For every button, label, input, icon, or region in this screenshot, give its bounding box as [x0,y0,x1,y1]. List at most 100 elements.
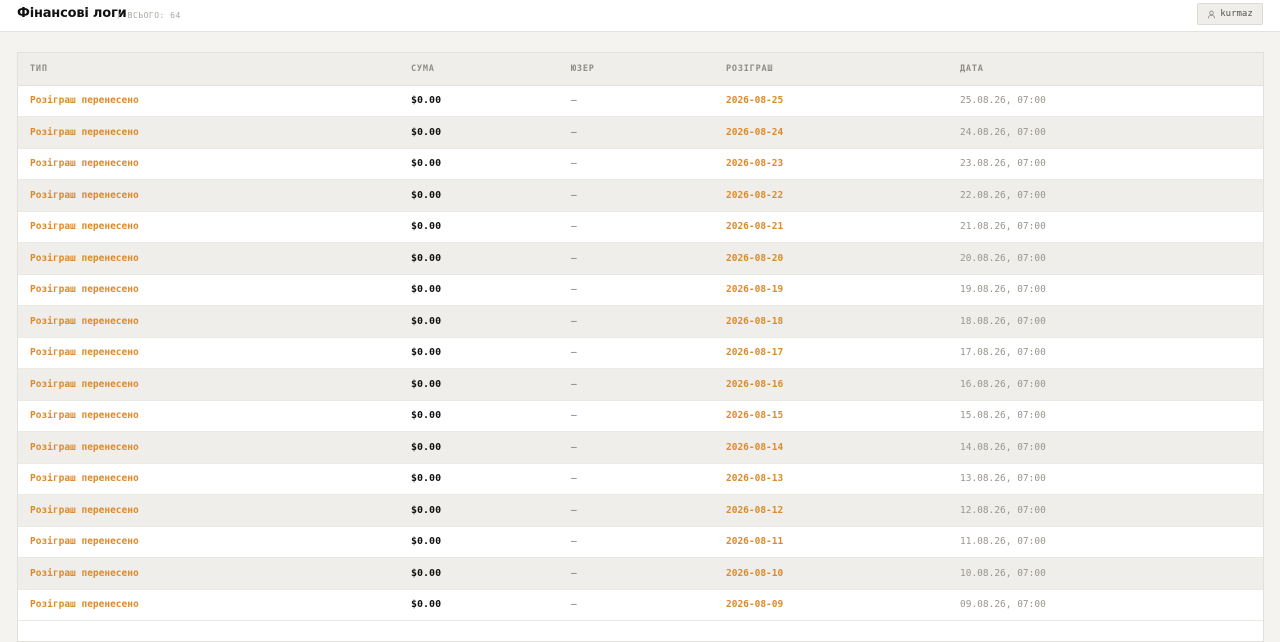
cell-draw-link[interactable]: 2026-08-16 [726,368,960,401]
cell-type: Розіграш перенесено [18,463,411,495]
cell-type: Розіграш перенесено [18,368,411,401]
cell-amount: $0.00 [411,431,571,464]
cell-draw-link[interactable]: 2026-08-13 [726,463,960,495]
cell-date: 10.08.26, 07:00 [960,557,1263,590]
cell-date: 25.08.26, 07:00 [960,85,1263,117]
cell-type: Розіграш перенесено [18,211,411,243]
cell-amount: $0.00 [411,557,571,590]
cell-user: — [571,589,726,621]
table-row[interactable]: Розіграш перенесено $0.00—2026-08-21 21.08… [18,211,1263,243]
cell-type: Розіграш перенесено [18,526,411,558]
cell-draw-link[interactable]: 2026-08-18 [726,305,960,338]
cell-date: 17.08.26, 07:00 [960,337,1263,369]
cell-date: 11.08.26, 07:00 [960,526,1263,558]
table-row[interactable]: Розіграш перенесено $0.00—2026-08-17 17.08… [18,337,1263,369]
table-row[interactable]: Розіграш перенесено $0.00—2026-08-15 15.08… [18,400,1263,432]
column-header-type[interactable]: ТИП [18,53,411,86]
cell-draw-link[interactable]: 2026-08-15 [726,400,960,432]
cell-draw-link[interactable]: 2026-08-12 [726,494,960,527]
table-row[interactable]: Розіграш перенесено $0.00—2026-08-22 22.08… [18,179,1263,212]
cell-type: Розіграш перенесено [18,116,411,149]
table-row[interactable]: Розіграш перенесено $0.00—2026-08-16 16.08… [18,368,1263,401]
column-header-amount[interactable]: СУМА [411,53,571,86]
cell-user: — [571,179,726,212]
cell-draw-link[interactable]: 2026-08-21 [726,211,960,243]
table-row[interactable]: Розіграш перенесено $0.00—2026-08-14 14.08… [18,431,1263,464]
cell-draw-link[interactable]: 2026-08-22 [726,179,960,212]
cell-amount: $0.00 [411,526,571,558]
cell-draw-link[interactable]: 2026-08-11 [726,526,960,558]
cell-user: — [571,85,726,117]
cell-draw-link[interactable]: 2026-08-10 [726,557,960,590]
cell-date: 13.08.26, 07:00 [960,463,1263,495]
cell-type: Розіграш перенесено [18,148,411,180]
cell-user: — [571,148,726,180]
table-row[interactable]: Розіграш перенесено $0.00—2026-08-24 24.08… [18,116,1263,149]
cell-user: — [571,274,726,306]
cell-draw-link[interactable]: 2026-08-24 [726,116,960,149]
cell-type: Розіграш перенесено [18,242,411,275]
table-row[interactable]: Розіграш перенесено $0.00—2026-08-10 10.08… [18,557,1263,590]
cell-type: Розіграш перенесено [18,337,411,369]
cell-date: 21.08.26, 07:00 [960,211,1263,243]
cell-amount: $0.00 [411,337,571,369]
cell-amount: $0.00 [411,305,571,338]
cell-draw-link[interactable]: 2026-08-20 [726,242,960,275]
cell-date: 23.08.26, 07:00 [960,148,1263,180]
cell-draw-link[interactable]: 2026-08-14 [726,431,960,464]
cell-draw-link[interactable]: 2026-08-23 [726,148,960,180]
table-header-row: ТИП СУМА ЮЗЕР РОЗІГРАШ ДАТА [18,53,1263,86]
cell-date: 22.08.26, 07:00 [960,179,1263,212]
cell-amount: $0.00 [411,274,571,306]
cell-amount: $0.00 [411,211,571,243]
cell-user: — [571,116,726,149]
cell-date: 16.08.26, 07:00 [960,368,1263,401]
cell-date: 12.08.26, 07:00 [960,494,1263,527]
table-row[interactable]: Розіграш перенесено $0.00—2026-08-11 11.08… [18,526,1263,558]
cell-type: Розіграш перенесено [18,305,411,338]
cell-amount: $0.00 [411,179,571,212]
column-header-date[interactable]: ДАТА [960,53,1263,86]
total-count: / ВСЬОГО: 64 [117,11,181,20]
financial-logs-table: ТИП СУМА ЮЗЕР РОЗІГРАШ ДАТА Розіграш пер… [18,53,1263,621]
column-header-user[interactable]: ЮЗЕР [571,53,726,86]
cell-amount: $0.00 [411,589,571,621]
cell-amount: $0.00 [411,494,571,527]
table-row[interactable]: Розіграш перенесено $0.00—2026-08-20 20.08… [18,242,1263,275]
cell-user: — [571,526,726,558]
cell-date: 14.08.26, 07:00 [960,431,1263,464]
cell-draw-link[interactable]: 2026-08-17 [726,337,960,369]
cell-user: — [571,242,726,275]
column-header-draw[interactable]: РОЗІГРАШ [726,53,960,86]
cell-amount: $0.00 [411,400,571,432]
user-menu-button[interactable]: kurmaz [1197,3,1263,25]
cell-date: 09.08.26, 07:00 [960,589,1263,621]
cell-date: 24.08.26, 07:00 [960,116,1263,149]
cell-type: Розіграш перенесено [18,179,411,212]
cell-user: — [571,211,726,243]
user-icon [1208,10,1216,18]
cell-user: — [571,463,726,495]
cell-type: Розіграш перенесено [18,274,411,306]
cell-draw-link[interactable]: 2026-08-25 [726,85,960,117]
cell-amount: $0.00 [411,242,571,275]
table-row[interactable]: Розіграш перенесено $0.00—2026-08-23 23.08… [18,148,1263,180]
table-row[interactable]: Розіграш перенесено $0.00—2026-08-18 18.08… [18,305,1263,338]
cell-user: — [571,557,726,590]
cell-date: 18.08.26, 07:00 [960,305,1263,338]
cell-amount: $0.00 [411,148,571,180]
cell-amount: $0.00 [411,116,571,149]
table-row[interactable]: Розіграш перенесено $0.00—2026-08-13 13.08… [18,463,1263,495]
cell-draw-link[interactable]: 2026-08-19 [726,274,960,306]
cell-type: Розіграш перенесено [18,431,411,464]
cell-user: — [571,494,726,527]
cell-draw-link[interactable]: 2026-08-09 [726,589,960,621]
cell-user: — [571,400,726,432]
table-row[interactable]: Розіграш перенесено $0.00—2026-08-25 25.08… [18,85,1263,117]
cell-amount: $0.00 [411,463,571,495]
user-name: kurmaz [1220,9,1253,19]
table-row[interactable]: Розіграш перенесено $0.00—2026-08-19 19.08… [18,274,1263,306]
page-title: Фінансові логи [17,6,127,21]
table-row[interactable]: Розіграш перенесено $0.00—2026-08-12 12.08… [18,494,1263,527]
table-row[interactable]: Розіграш перенесено $0.00—2026-08-09 09.08… [18,589,1263,621]
